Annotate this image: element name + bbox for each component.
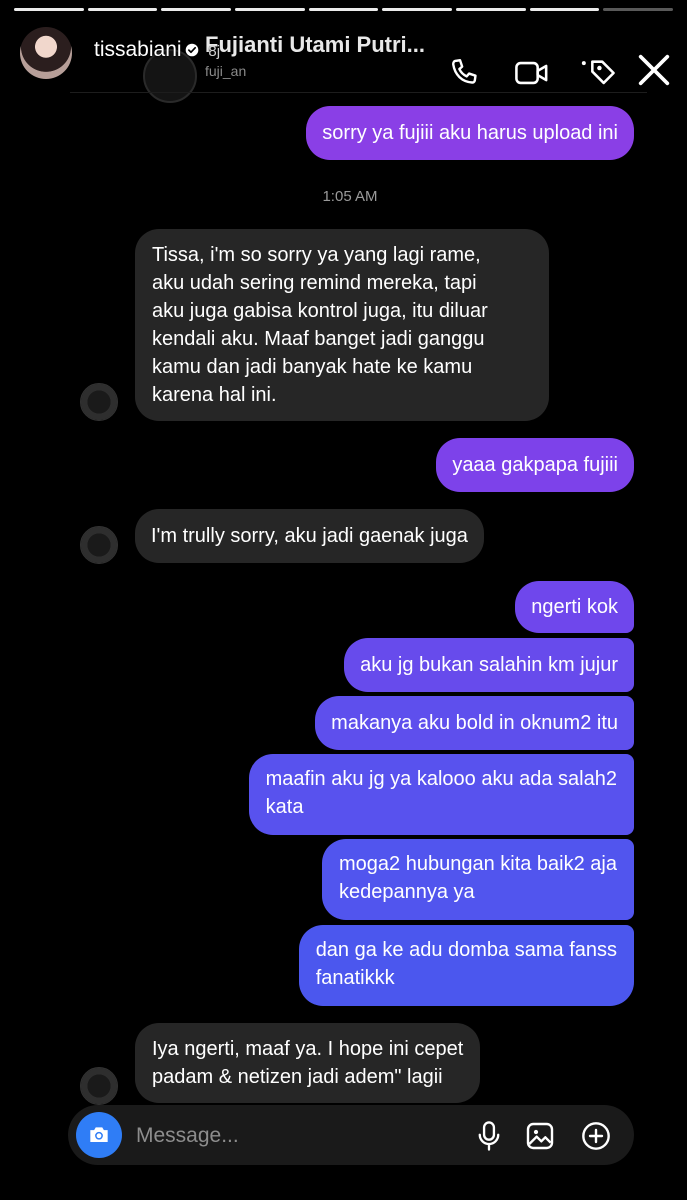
contact-avatar [80, 526, 118, 564]
story-progress [14, 8, 674, 11]
story-progress-segment [235, 8, 305, 11]
outgoing-message[interactable]: aku jg bukan salahin km jujur [344, 638, 634, 692]
outgoing-message[interactable]: sorry ya fujiii aku harus upload ini [306, 106, 634, 160]
incoming-message[interactable]: Tissa, i'm so sorry ya yang lagi rame, a… [135, 229, 549, 421]
message-input[interactable] [134, 1119, 378, 1153]
story-progress-segment [603, 8, 674, 11]
incoming-message[interactable]: Iya ngerti, maaf ya. I hope ini cepet pa… [135, 1023, 481, 1103]
story-progress-segment [14, 8, 84, 11]
message-composer [68, 1105, 634, 1165]
camera-icon [90, 1127, 108, 1143]
dm-contact-handle: fuji_an [205, 63, 247, 79]
video-camera-icon[interactable] [513, 56, 551, 90]
story-progress-segment [161, 8, 232, 11]
outgoing-message[interactable]: ngerti kok [515, 581, 634, 633]
story-time: 8j [208, 43, 221, 60]
story-progress-segment [456, 8, 526, 11]
outgoing-message[interactable]: moga2 hubungan kita baik2 aja kedepannya… [322, 839, 634, 920]
message-timestamp: 1:05 AM [322, 188, 378, 205]
story-header: ‹ Fujianti Utami Putri... fuji_an tissab… [0, 22, 687, 103]
tag-icon[interactable] [578, 56, 618, 90]
story-progress-segment [308, 8, 379, 11]
contact-avatar [80, 1067, 118, 1105]
outgoing-message[interactable]: dan ga ke adu domba sama fanss fanatikkk [298, 925, 634, 1006]
dm-contact-name: Fujianti Utami Putri... [205, 32, 426, 57]
camera-button[interactable] [76, 1112, 122, 1158]
verified-badge-icon [185, 43, 198, 57]
image-icon[interactable] [524, 1120, 556, 1157]
story-progress-segment [529, 8, 600, 11]
outgoing-message[interactable]: makanya aku bold in oknum2 itu [315, 696, 634, 750]
story-username-text: tissabiani [94, 38, 182, 61]
story-progress-segment [382, 8, 453, 11]
microphone-icon[interactable] [474, 1120, 504, 1157]
header-divider [70, 92, 647, 93]
story-username[interactable]: tissabiani 8j [94, 38, 220, 62]
plus-circle-icon[interactable] [580, 1120, 612, 1157]
close-icon[interactable] [634, 50, 674, 90]
story-progress-segment [87, 8, 158, 11]
outgoing-message[interactable]: maafin aku jg ya kalooo aku ada salah2 k… [248, 754, 634, 835]
contact-avatar [80, 383, 118, 421]
outgoing-message[interactable]: yaaa gakpapa fujiii [436, 438, 634, 492]
story-avatar[interactable] [20, 27, 72, 79]
phone-icon[interactable] [448, 56, 482, 90]
incoming-message[interactable]: I'm trully sorry, aku jadi gaenak juga [135, 509, 484, 563]
